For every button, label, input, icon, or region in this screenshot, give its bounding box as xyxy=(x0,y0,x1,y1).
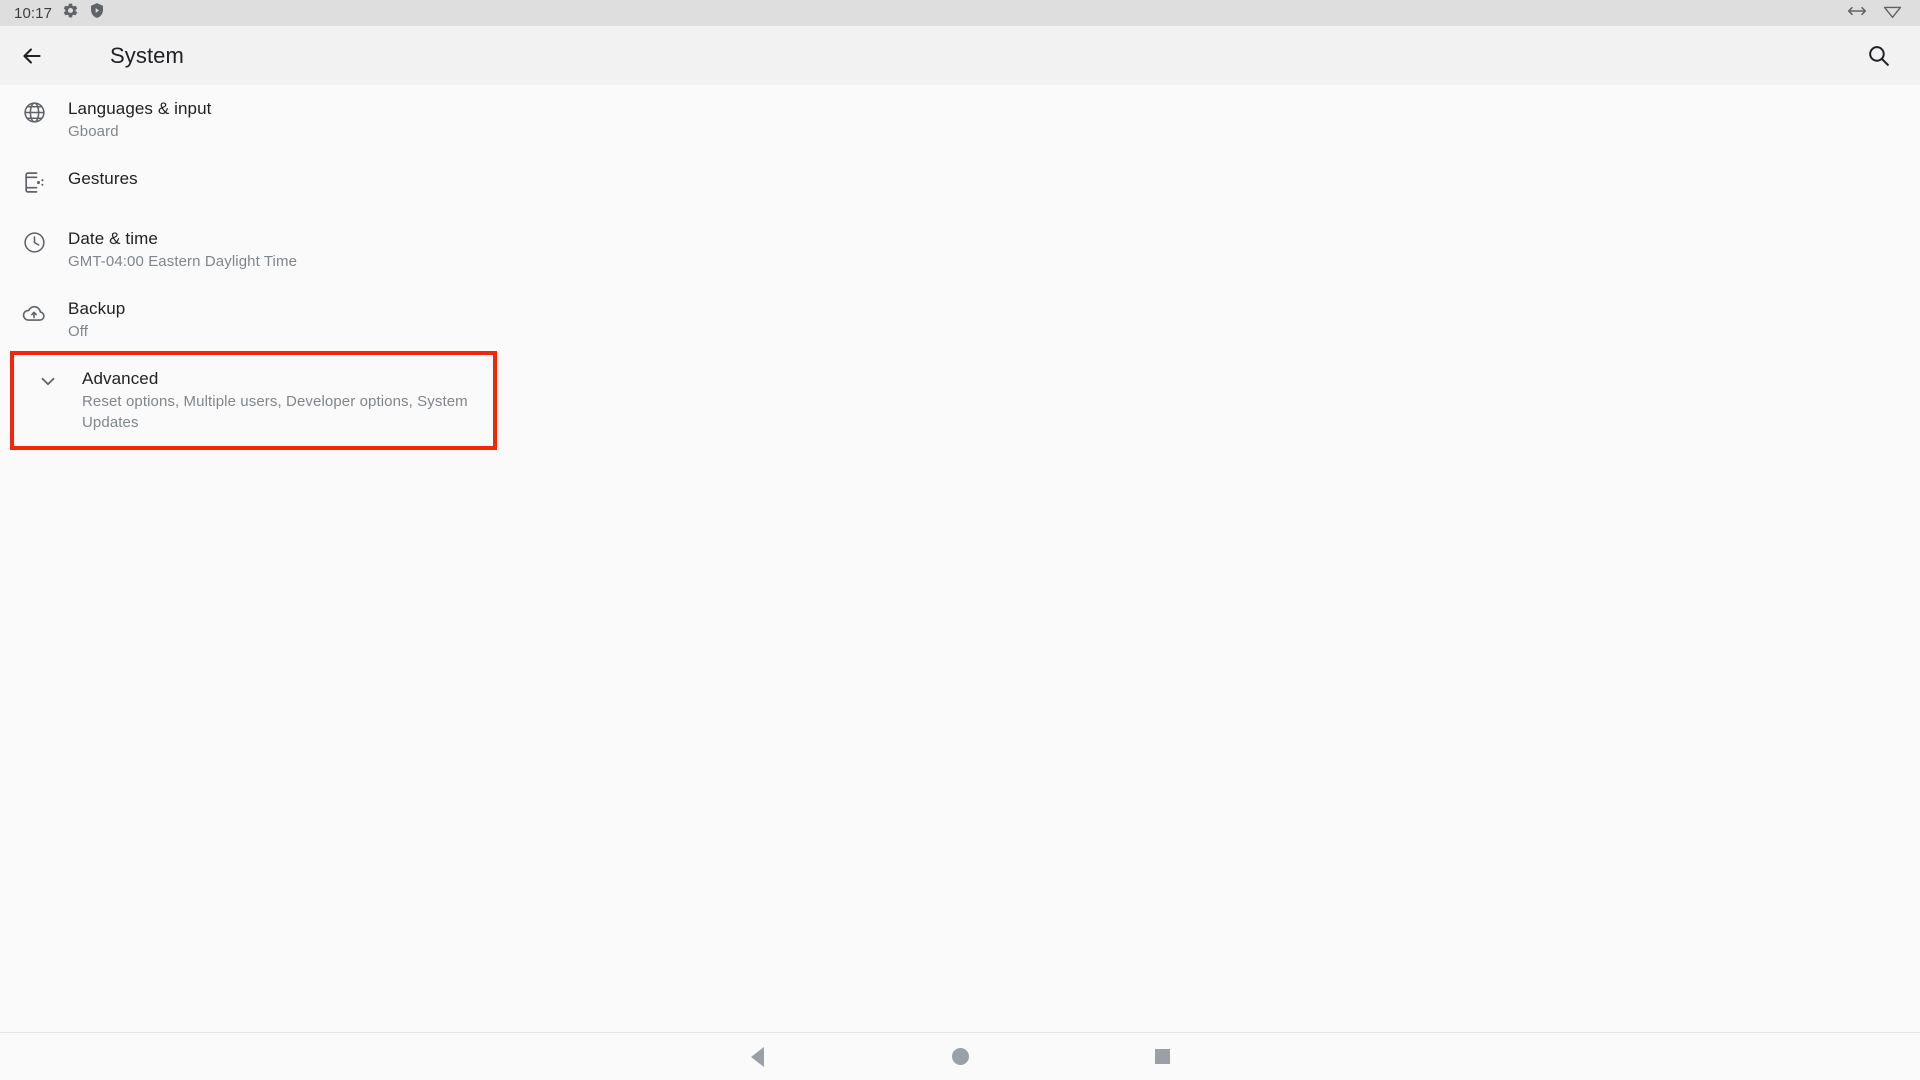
gear-icon xyxy=(62,2,79,24)
settings-row-title: Date & time xyxy=(68,229,158,248)
settings-row-text: Languages & input Gboard xyxy=(64,98,212,142)
status-bar-left: 10:17 xyxy=(14,2,105,24)
triangle-back-icon xyxy=(750,1046,764,1067)
globe-icon xyxy=(4,98,64,125)
horizontal-resize-icon xyxy=(1847,4,1867,23)
page-title: System xyxy=(110,42,184,68)
search-button[interactable] xyxy=(1850,28,1906,84)
gestures-phone-icon xyxy=(4,168,64,195)
navigation-bar xyxy=(0,1033,1920,1080)
settings-row-subtitle: Gboard xyxy=(68,123,119,140)
back-button[interactable] xyxy=(4,28,60,84)
status-bar-right xyxy=(1847,3,1906,24)
clock-icon xyxy=(4,228,64,255)
chevron-down-icon xyxy=(18,368,78,392)
wifi-icon xyxy=(1883,3,1902,24)
nav-recents-button[interactable] xyxy=(1122,1033,1202,1080)
settings-row-title: Languages & input xyxy=(68,99,212,118)
circle-home-icon xyxy=(951,1048,969,1065)
settings-row-backup[interactable]: Backup Off xyxy=(0,285,1920,355)
settings-row-title: Backup xyxy=(68,299,126,318)
settings-row-title: Advanced xyxy=(82,369,159,388)
settings-row-gestures[interactable]: Gestures xyxy=(0,155,1920,215)
shield-vpn-icon xyxy=(89,2,105,24)
square-recents-icon xyxy=(1154,1049,1170,1064)
settings-row-languages-input[interactable]: Languages & input Gboard xyxy=(0,85,1920,155)
nav-back-button[interactable] xyxy=(717,1033,797,1080)
status-clock: 10:17 xyxy=(14,4,53,22)
settings-row-text: Advanced Reset options, Multiple users, … xyxy=(78,368,493,433)
nav-home-button[interactable] xyxy=(920,1033,1000,1080)
status-bar: 10:17 xyxy=(0,0,1920,26)
cloud-upload-icon xyxy=(4,298,64,326)
settings-row-advanced[interactable]: Advanced Reset options, Multiple users, … xyxy=(10,351,497,450)
settings-row-text: Backup Off xyxy=(64,298,125,342)
settings-row-subtitle: Off xyxy=(68,323,89,340)
settings-row-text: Date & time GMT-04:00 Eastern Daylight T… xyxy=(64,228,297,272)
arrow-left-icon xyxy=(23,47,41,64)
search-icon xyxy=(1868,46,1889,66)
settings-row-subtitle: GMT-04:00 Eastern Daylight Time xyxy=(68,253,298,270)
settings-row-subtitle: Reset options, Multiple users, Developer… xyxy=(82,393,468,431)
settings-list: Languages & input Gboard Gestures Date &… xyxy=(0,85,1920,1032)
settings-row-date-time[interactable]: Date & time GMT-04:00 Eastern Daylight T… xyxy=(0,215,1920,285)
settings-row-title: Gestures xyxy=(68,169,138,188)
app-bar: System xyxy=(0,26,1920,85)
settings-row-text: Gestures xyxy=(64,168,138,190)
